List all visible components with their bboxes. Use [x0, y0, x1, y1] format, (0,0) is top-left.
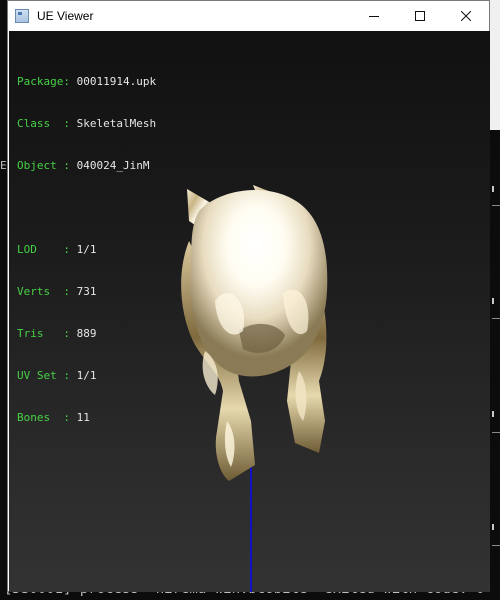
bones-label: Bones : [17, 411, 77, 424]
window-title: UE Viewer [37, 9, 94, 23]
background-divider [492, 545, 500, 546]
package-row: Package: 00011914.upk [17, 75, 156, 89]
class-row: Class : SkeletalMesh [17, 117, 156, 131]
background-text-fragment [492, 186, 498, 192]
tris-value: 889 [76, 327, 97, 340]
minimize-button[interactable] [351, 1, 397, 31]
maximize-button[interactable] [397, 1, 443, 31]
window-controls [351, 1, 489, 31]
maximize-icon [415, 11, 425, 21]
background-text-fragment [492, 411, 498, 417]
lod-label: LOD : [17, 243, 77, 256]
uvset-label: UV Set : [17, 369, 77, 382]
app-icon [15, 9, 29, 23]
3d-viewport[interactable]: Package: 00011914.upk Class : SkeletalMe… [9, 31, 490, 592]
verts-value: 731 [76, 285, 97, 298]
close-button[interactable] [443, 1, 489, 31]
lod-row: LOD : 1/1 [17, 243, 156, 257]
uvset-value: 1/1 [76, 369, 97, 382]
object-value: 040024_JinM [76, 159, 150, 172]
verts-row: Verts : 731 [17, 285, 156, 299]
bones-row: Bones : 11 [17, 411, 156, 425]
close-icon [461, 11, 471, 21]
minimize-icon [369, 16, 379, 17]
bones-value: 11 [76, 411, 90, 424]
class-value: SkeletalMesh [76, 117, 157, 130]
mesh-info-overlay: Package: 00011914.upk Class : SkeletalMe… [17, 47, 156, 453]
tris-row: Tris : 889 [17, 327, 156, 341]
package-value: 00011914.upk [76, 75, 157, 88]
background-text-fragment [492, 524, 498, 530]
background-divider [492, 432, 500, 433]
background-divider [492, 318, 500, 319]
class-label: Class : [17, 117, 77, 130]
uvset-row: UV Set : 1/1 [17, 369, 156, 383]
tris-label: Tris : [17, 327, 77, 340]
package-label: Package: [17, 75, 77, 88]
skeletal-mesh-render [181, 185, 328, 481]
background-divider [492, 205, 500, 206]
verts-label: Verts : [17, 285, 77, 298]
lod-value: 1/1 [76, 243, 97, 256]
background-window-edge [490, 0, 500, 130]
title-bar[interactable]: UE Viewer [8, 1, 489, 31]
ue-viewer-window: UE Viewer Package: 00011914.upk Class: … [7, 0, 490, 592]
object-label: Object : [17, 159, 77, 172]
background-text-fragment [492, 298, 498, 304]
object-row: Object : 040024_JinM [17, 159, 156, 173]
